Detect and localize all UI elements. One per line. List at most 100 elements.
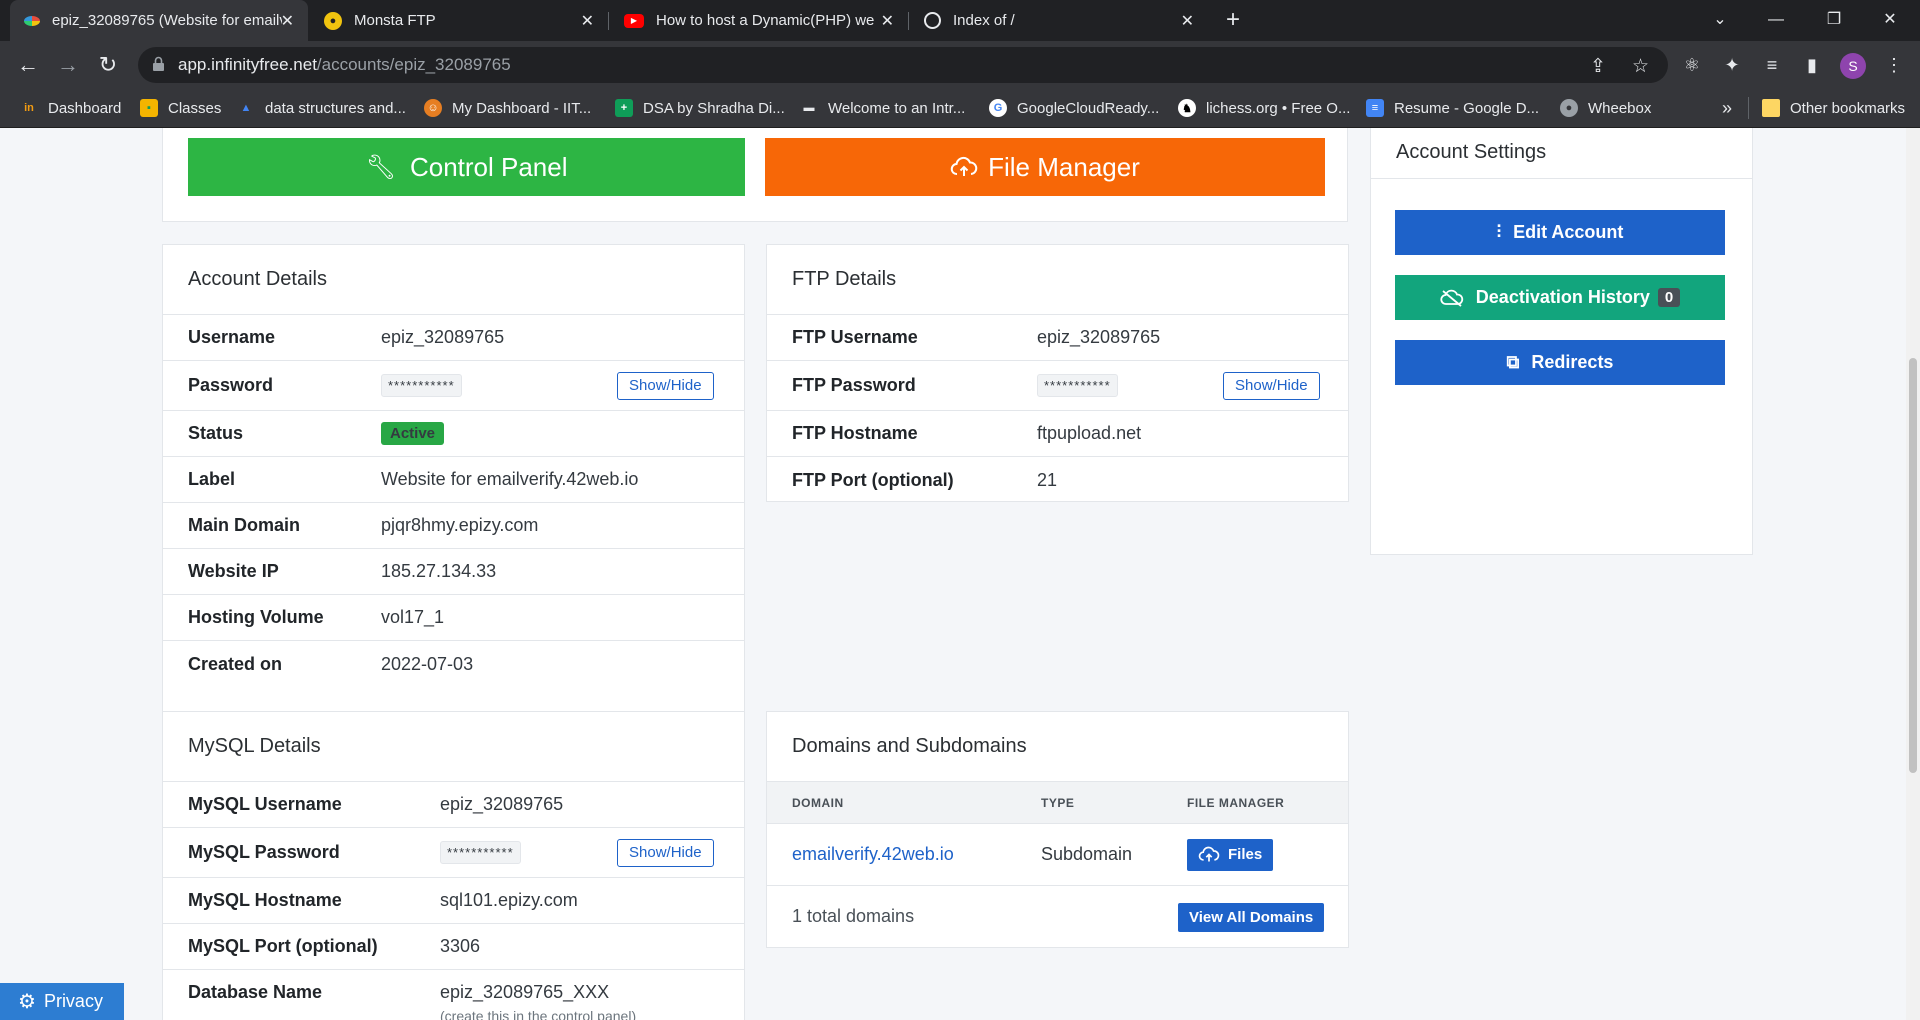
mysql-password-show-hide-button[interactable]: Show/Hide bbox=[617, 838, 714, 867]
infinityfree-icon bbox=[24, 15, 40, 26]
domains-card: Domains and Subdomains DOMAIN TYPE FILE … bbox=[766, 711, 1349, 948]
address-bar[interactable]: app.infinityfree.net/accounts/epiz_32089… bbox=[138, 47, 1668, 83]
extensions-puzzle-icon[interactable]: ✦ bbox=[1720, 53, 1744, 77]
navigation-bar: ← → ↻ app.infinityfree.net/accounts/epiz… bbox=[0, 41, 1920, 89]
tab-account[interactable]: epiz_32089765 (Website for emailverify.4… bbox=[10, 0, 308, 41]
forward-arrow-icon[interactable]: → bbox=[52, 49, 84, 81]
restore-button[interactable]: ❐ bbox=[1806, 0, 1862, 41]
row-username: Username epiz_32089765 bbox=[163, 315, 744, 361]
intro-icon: ▬ bbox=[803, 102, 815, 114]
row-status: Status Active bbox=[163, 411, 744, 457]
bookmark-item[interactable]: ▪ Classes bbox=[140, 89, 221, 127]
domain-link[interactable]: emailverify.42web.io bbox=[792, 844, 954, 865]
youtube-icon: ▶ bbox=[624, 13, 644, 28]
mysql-port-value: 3306 bbox=[440, 936, 481, 956]
external-link-icon: ⧉ bbox=[1506, 352, 1520, 372]
ineuron-icon: in bbox=[24, 102, 34, 114]
bookmark-item[interactable]: ▬ Welcome to an Intr... bbox=[800, 89, 966, 127]
ftp-details-title: FTP Details bbox=[767, 245, 1348, 315]
password-show-hide-button[interactable]: Show/Hide bbox=[617, 371, 714, 400]
tab-search-icon[interactable]: ⌄ bbox=[1692, 0, 1748, 41]
back-arrow-icon[interactable]: ← bbox=[12, 49, 44, 81]
view-all-domains-button[interactable]: View All Domains bbox=[1178, 903, 1325, 932]
files-button[interactable]: Files bbox=[1187, 838, 1274, 871]
domains-footer: 1 total domains View All Domains bbox=[767, 886, 1348, 946]
file-manager-button[interactable]: File Manager bbox=[765, 138, 1325, 196]
new-tab-button[interactable]: + bbox=[1218, 6, 1248, 36]
account-settings-card: Account Settings ⫶ Edit Account Deactiva… bbox=[1370, 128, 1753, 555]
ftp-username-value: epiz_32089765 bbox=[1037, 327, 1161, 347]
sliders-icon: ⫶ bbox=[1496, 222, 1502, 242]
url-host: app.infinityfree.net bbox=[178, 55, 317, 74]
page-scrollbar[interactable] bbox=[1906, 128, 1920, 1020]
redirects-button[interactable]: ⧉ Redirects bbox=[1395, 340, 1725, 385]
database-name-value: epiz_32089765_XXX bbox=[440, 982, 610, 1002]
close-tab-icon[interactable]: ✕ bbox=[881, 11, 894, 31]
tab-index[interactable]: Index of / ✕ bbox=[910, 0, 1208, 41]
edit-account-button[interactable]: ⫶ Edit Account bbox=[1395, 210, 1725, 255]
react-devtools-icon[interactable]: ⚛ bbox=[1680, 53, 1704, 77]
label-value: Website for emailverify.42web.io bbox=[381, 469, 639, 489]
folder-icon bbox=[1762, 99, 1780, 117]
domains-title: Domains and Subdomains bbox=[767, 712, 1348, 782]
row-ftp-port: FTP Port (optional) 21 bbox=[792, 469, 1058, 490]
close-tab-icon[interactable]: ✕ bbox=[281, 11, 294, 31]
sheets-icon: + bbox=[615, 99, 633, 117]
row-mysql-username: MySQL Username epiz_32089765 bbox=[163, 782, 744, 828]
minimize-button[interactable]: — bbox=[1748, 0, 1804, 41]
scrollbar-thumb[interactable] bbox=[1909, 358, 1917, 773]
bookmark-item[interactable]: ☺ My Dashboard - IIT... bbox=[424, 89, 591, 127]
domain-type: Subdomain bbox=[1041, 844, 1133, 864]
row-main-domain: Main Domain pjqr8hmy.epizy.com bbox=[163, 503, 744, 549]
menu-kebab-icon[interactable]: ⋮ bbox=[1882, 53, 1906, 77]
account-settings-title: Account Settings bbox=[1396, 141, 1547, 163]
close-tab-icon[interactable]: ✕ bbox=[1181, 11, 1194, 31]
tab-monsta[interactable]: ● Monsta FTP ✕ bbox=[310, 0, 608, 41]
mysql-details-title: MySQL Details bbox=[163, 712, 744, 782]
bookmark-item[interactable]: ♞ lichess.org • Free O... bbox=[1178, 89, 1350, 127]
row-password: Password *********** Show/Hide bbox=[163, 361, 744, 411]
row-created-on: Created on 2022-07-03 bbox=[188, 653, 474, 674]
bookmark-item[interactable]: ▲ data structures and... bbox=[237, 89, 406, 127]
bookmark-star-icon[interactable]: ☆ bbox=[1632, 55, 1649, 78]
bookmark-item[interactable]: G GoogleCloudReady... bbox=[989, 89, 1159, 127]
page-content: 🔧︎ Control Panel File Manager Account Se… bbox=[0, 128, 1920, 1020]
media-queue-icon[interactable]: ≡ bbox=[1760, 53, 1784, 77]
cloud-upload-icon bbox=[1198, 846, 1220, 862]
privacy-button[interactable]: ⚙ Privacy bbox=[0, 983, 124, 1020]
bookmarks-overflow-button[interactable]: » bbox=[1722, 89, 1732, 127]
bookmark-item[interactable]: in Dashboard bbox=[20, 89, 121, 127]
status-badge: Active bbox=[381, 422, 445, 445]
tab-title: How to host a Dynamic(PHP) website bbox=[656, 12, 874, 29]
deactivation-history-button[interactable]: Deactivation History 0 bbox=[1395, 275, 1725, 320]
tab-strip: epiz_32089765 (Website for emailverify.4… bbox=[0, 0, 1920, 41]
row-mysql-hostname: MySQL Hostname sql101.epizy.com bbox=[163, 878, 744, 924]
profile-avatar[interactable]: S bbox=[1840, 53, 1866, 79]
wheebox-icon: ● bbox=[1560, 99, 1578, 117]
ftp-password-show-hide-button[interactable]: Show/Hide bbox=[1223, 371, 1320, 400]
divider bbox=[1371, 178, 1752, 179]
control-panel-button[interactable]: 🔧︎ Control Panel bbox=[188, 138, 745, 196]
bookmark-item[interactable]: ≡ Resume - Google D... bbox=[1366, 89, 1539, 127]
close-tab-icon[interactable]: ✕ bbox=[581, 11, 594, 31]
bookmark-item[interactable]: ● Wheebox bbox=[1560, 89, 1651, 127]
reload-icon[interactable]: ↻ bbox=[92, 49, 124, 81]
bookmarks-bar: in Dashboard ▪ Classes ▲ data structures an… bbox=[0, 89, 1920, 128]
account-details-title: Account Details bbox=[163, 245, 744, 315]
website-ip-value: 185.27.134.33 bbox=[381, 561, 497, 581]
cloud-upload-icon bbox=[950, 156, 978, 176]
close-window-button[interactable]: ✕ bbox=[1862, 0, 1918, 41]
gear-icon: ⚙ bbox=[18, 991, 36, 1013]
row-mysql-password: MySQL Password *********** Show/Hide bbox=[163, 828, 744, 878]
ftp-port-value: 21 bbox=[1037, 469, 1058, 490]
side-panel-icon[interactable]: ▮ bbox=[1800, 53, 1824, 77]
tab-youtube[interactable]: ▶ How to host a Dynamic(PHP) website ✕ bbox=[610, 0, 908, 41]
classroom-icon: ▪ bbox=[140, 99, 158, 117]
wrench-icon: 🔧︎ bbox=[365, 153, 396, 181]
cloud-off-icon bbox=[1440, 289, 1463, 307]
bookmark-item[interactable]: + DSA by Shradha Di... bbox=[615, 89, 785, 127]
username-value: epiz_32089765 bbox=[381, 327, 505, 347]
share-icon[interactable]: ⇪ bbox=[1590, 55, 1606, 78]
other-bookmarks[interactable]: Other bookmarks bbox=[1762, 89, 1905, 127]
created-on-value: 2022-07-03 bbox=[381, 653, 474, 674]
